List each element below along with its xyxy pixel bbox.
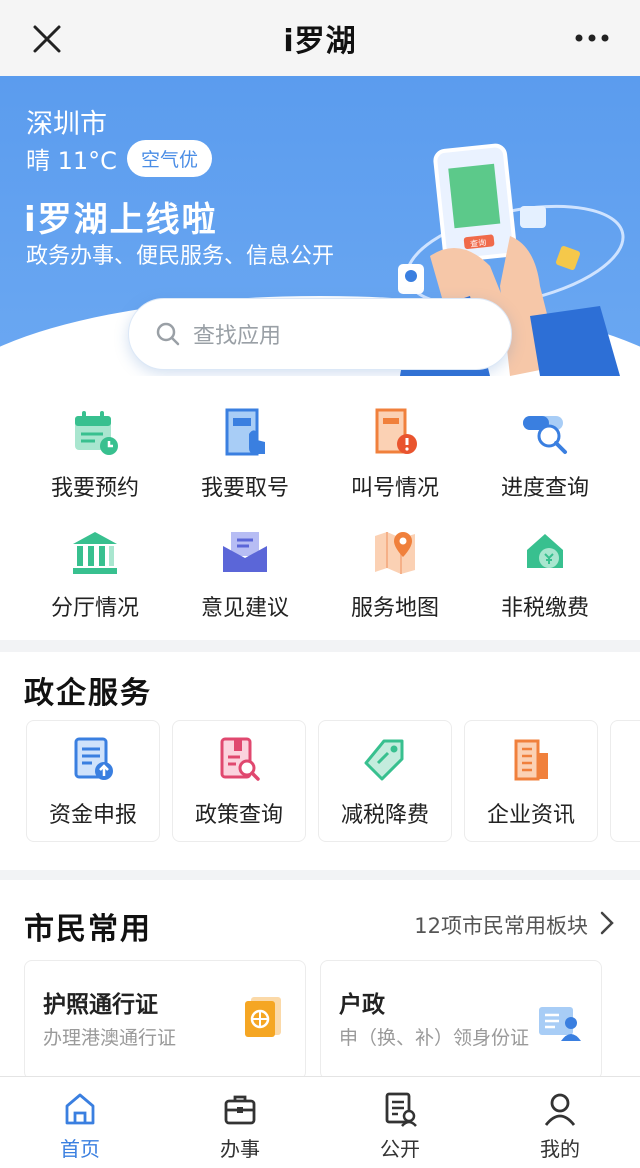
tab-label: 公开 bbox=[380, 1137, 420, 1161]
tab-label: 办事 bbox=[220, 1137, 260, 1161]
bottom-tab-bar: 首页 办事 公开 我的 bbox=[0, 1076, 640, 1168]
quick-item-label: 意见建议 bbox=[200, 596, 289, 621]
quick-item-label: 进度查询 bbox=[500, 476, 589, 501]
hero-subline: 政务办事、便民服务、信息公开 bbox=[26, 244, 335, 269]
quick-item-feedback[interactable]: 意见建议 bbox=[170, 526, 320, 622]
quick-item-label: 我要取号 bbox=[200, 476, 289, 501]
quick-item-take-number[interactable]: 我要取号 bbox=[170, 406, 320, 502]
chevron-right-icon[interactable] bbox=[598, 910, 616, 936]
gov-card-label: 资金申报 bbox=[48, 803, 137, 828]
gov-cards: 资金申报 政策查询 减税降费 企业资讯 bbox=[26, 720, 640, 842]
gov-services-section: 政企服务 资金申报 政策查询 减税降费 企业资讯 bbox=[0, 652, 640, 870]
weather-text: 晴 11°C bbox=[26, 147, 117, 175]
quick-item-non-tax-payment[interactable]: 非税缴费 bbox=[470, 526, 620, 622]
citizen-card-subtitle: 申（换、补）领身份证 bbox=[339, 1027, 530, 1049]
quick-item-label: 分厅情况 bbox=[50, 596, 139, 621]
gov-card-label: 减税降费 bbox=[340, 803, 429, 828]
tab-label: 首页 bbox=[60, 1137, 100, 1161]
calendar-icon bbox=[75, 411, 118, 455]
briefcase-icon bbox=[224, 1095, 256, 1125]
gov-card-tax-reduction[interactable]: 减税降费 bbox=[318, 720, 452, 842]
gov-card-label: 企业资讯 bbox=[486, 803, 575, 828]
ticket-icon bbox=[225, 408, 265, 456]
search-placeholder: 查找应用 bbox=[193, 324, 282, 349]
quick-item-label: 服务地图 bbox=[350, 596, 439, 621]
search-bar[interactable]: 查找应用 bbox=[128, 298, 512, 370]
tab-services[interactable]: 办事 bbox=[160, 1077, 320, 1168]
page-title: i罗湖 bbox=[283, 24, 357, 59]
quick-item-label: 非税缴费 bbox=[500, 596, 589, 621]
quick-item-queue-status[interactable]: 叫号情况 bbox=[320, 406, 470, 502]
quick-item-branch-hall[interactable]: 分厅情况 bbox=[20, 526, 170, 622]
citizen-more-link[interactable]: 12项市民常用板块 bbox=[414, 910, 588, 940]
quick-services: 我要预约 我要取号 叫号情况 进度查询 分厅情况 意见建议 服务地图 非税缴费 bbox=[0, 376, 640, 640]
gov-card-policy-query[interactable]: 政策查询 bbox=[172, 720, 306, 842]
gov-card-label: 政策查询 bbox=[194, 803, 283, 828]
art-badge-text: 查询 bbox=[470, 237, 487, 249]
citizen-card-household[interactable]: 户政 申（换、补）领身份证 bbox=[320, 960, 602, 1080]
tab-label: 我的 bbox=[540, 1137, 580, 1161]
top-bar: i罗湖 bbox=[0, 0, 640, 76]
gov-card-enterprise-news[interactable]: 企业资讯 bbox=[464, 720, 598, 842]
enterprise-icon bbox=[514, 739, 548, 781]
section-title: 市民常用 bbox=[24, 912, 152, 947]
citizen-card-title: 户政 bbox=[339, 992, 385, 1018]
city-name: 深圳市 bbox=[26, 109, 107, 140]
queue-icon bbox=[375, 408, 417, 454]
user-icon bbox=[544, 1093, 576, 1126]
quick-grid: 我要预约 我要取号 叫号情况 进度查询 分厅情况 意见建议 服务地图 非税缴费 bbox=[0, 406, 640, 622]
tab-public[interactable]: 公开 bbox=[320, 1077, 480, 1168]
citizen-card-title: 护照通行证 bbox=[43, 992, 158, 1018]
id-card-icon bbox=[539, 1007, 581, 1041]
search-icon bbox=[156, 322, 180, 346]
quick-item-label: 我要预约 bbox=[50, 476, 139, 501]
building-icon bbox=[73, 532, 117, 574]
citizen-card-passport[interactable]: 护照通行证 办理港澳通行证 bbox=[24, 960, 306, 1080]
progress-search-icon bbox=[523, 416, 567, 454]
citizen-common-section: 市民常用 12项市民常用板块 护照通行证 办理港澳通行证 户政 申（换、补）领身… bbox=[0, 880, 640, 1080]
quick-item-progress-query[interactable]: 进度查询 bbox=[470, 406, 620, 502]
home-icon bbox=[65, 1093, 95, 1125]
mail-icon bbox=[223, 532, 267, 572]
map-icon bbox=[375, 532, 415, 574]
document-icon bbox=[385, 1092, 417, 1127]
payment-icon bbox=[527, 534, 563, 568]
passport-icon bbox=[245, 997, 281, 1037]
quick-item-appointment[interactable]: 我要预约 bbox=[20, 406, 170, 502]
tab-mine[interactable]: 我的 bbox=[480, 1077, 640, 1168]
gov-card-fund-report[interactable]: 资金申报 bbox=[26, 720, 160, 842]
quick-item-label: 叫号情况 bbox=[350, 476, 439, 501]
close-icon[interactable] bbox=[30, 22, 64, 56]
tab-home[interactable]: 首页 bbox=[0, 1077, 160, 1168]
more-icon[interactable] bbox=[574, 28, 610, 48]
section-title: 政企服务 bbox=[24, 676, 152, 711]
quick-item-service-map[interactable]: 服务地图 bbox=[320, 526, 470, 622]
tag-icon bbox=[364, 739, 404, 781]
fund-report-icon bbox=[74, 737, 113, 780]
gov-card-partial[interactable] bbox=[610, 720, 640, 842]
citizen-card-subtitle: 办理港澳通行证 bbox=[43, 1027, 177, 1049]
hero-headline: i罗湖上线啦 bbox=[24, 200, 218, 240]
aqi-badge: 空气优 bbox=[126, 140, 212, 177]
policy-search-icon bbox=[220, 737, 260, 781]
weather-info: 晴 11°C 空气优 bbox=[26, 140, 212, 177]
